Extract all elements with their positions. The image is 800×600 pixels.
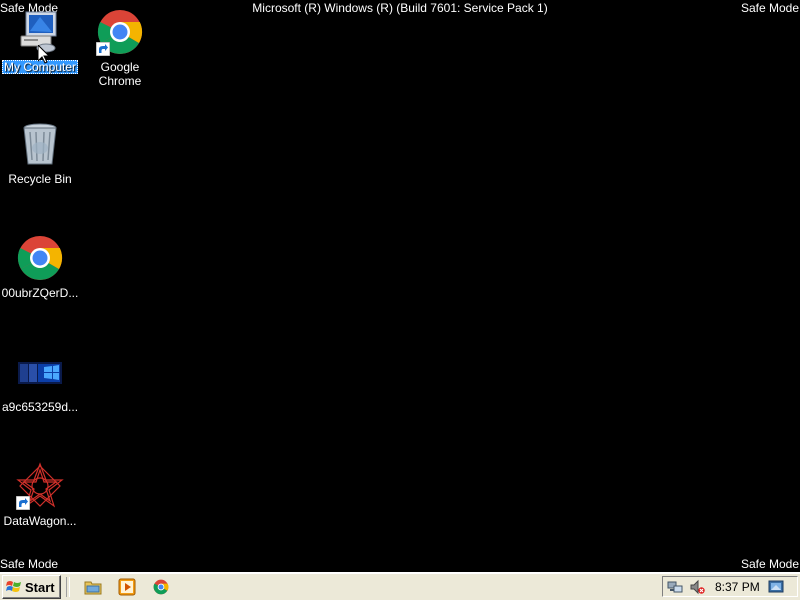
volume-muted-icon[interactable]: [689, 579, 705, 595]
desktop[interactable]: Safe Mode Safe Mode Microsoft (R) Window…: [0, 0, 800, 572]
shortcut-arrow-icon: [96, 42, 110, 56]
media-player-icon[interactable]: [117, 577, 137, 597]
image-thumbnail-icon: [16, 348, 64, 396]
datawagon-label: DataWagon...: [3, 514, 77, 528]
explorer-folder-icon[interactable]: [83, 577, 103, 597]
image-file-label: a9c653259d...: [1, 400, 79, 414]
safe-mode-label-bottom-right: Safe Mode: [740, 557, 799, 571]
desktop-icon-google-chrome[interactable]: Google Chrome: [80, 8, 160, 88]
mouse-cursor-icon: [38, 45, 50, 64]
taskbar-separator: [65, 577, 70, 597]
datawagon-star-icon: [16, 462, 64, 510]
system-tray: 8:37 PM: [662, 576, 798, 597]
recycle-bin-icon: [16, 120, 64, 168]
chrome-icon: [96, 8, 144, 56]
chrome-icon: [16, 234, 64, 282]
windows-logo-icon: [6, 581, 21, 592]
desktop-icon-datawagon[interactable]: DataWagon...: [0, 462, 80, 528]
desktop-icon-chrome-file[interactable]: 00ubrZQerD...: [0, 234, 80, 300]
safe-mode-label-bottom-left: Safe Mode: [0, 557, 59, 571]
start-label: Start: [25, 579, 55, 595]
show-desktop-icon[interactable]: [768, 579, 784, 595]
desktop-icon-recycle-bin[interactable]: Recycle Bin: [0, 120, 80, 186]
start-button[interactable]: Start: [2, 575, 61, 599]
network-icon[interactable]: [667, 579, 683, 595]
desktop-icon-image-file[interactable]: a9c653259d...: [0, 348, 80, 414]
taskbar: Start 8:37 PM: [0, 572, 800, 600]
shortcut-arrow-icon: [16, 496, 30, 510]
recycle-bin-label: Recycle Bin: [8, 172, 72, 186]
chrome-file-label: 00ubrZQerD...: [1, 286, 79, 300]
chrome-icon[interactable]: [151, 577, 171, 597]
google-chrome-label: Google Chrome: [98, 60, 142, 88]
clock[interactable]: 8:37 PM: [715, 580, 760, 594]
desktop-icon-my-computer[interactable]: My Computer: [0, 8, 80, 74]
